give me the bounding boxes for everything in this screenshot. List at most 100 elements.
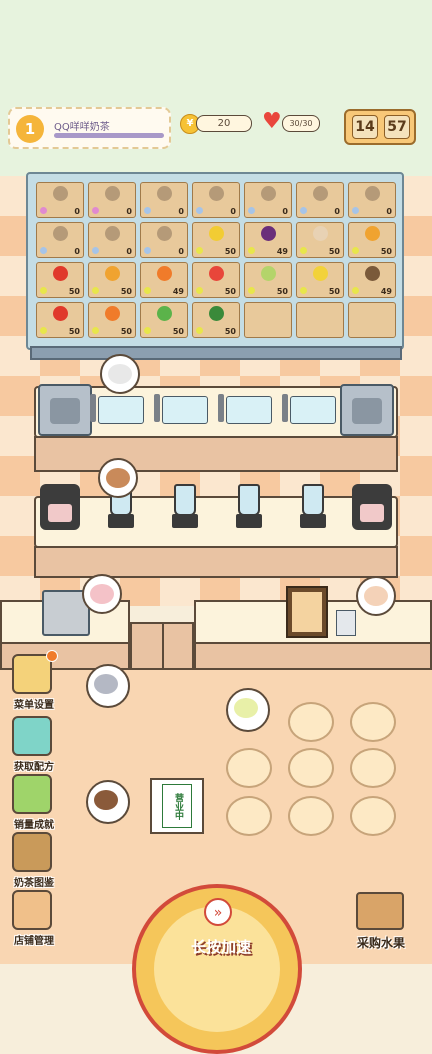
fruit-slot[interactable]: 50 xyxy=(36,302,84,338)
fruit-count: 49 xyxy=(172,287,184,296)
fruit-slot[interactable]: 0 xyxy=(36,222,84,258)
monkey-customer-avatar[interactable] xyxy=(86,780,130,824)
fruit-icon xyxy=(365,186,380,201)
fruit-slot[interactable]: 50 xyxy=(244,262,292,298)
prep-counter-front xyxy=(34,436,398,472)
fruit-slot[interactable]: 50 xyxy=(192,222,240,258)
side-menu-button[interactable]: 奶茶图鉴 xyxy=(6,832,66,894)
fruit-slot[interactable]: 49 xyxy=(244,222,292,258)
side-menu-button[interactable]: 获取配方 xyxy=(6,716,66,778)
cooking-pot[interactable] xyxy=(352,484,392,530)
fruit-slot[interactable]: 0 xyxy=(296,182,344,218)
reindeer-face xyxy=(106,468,130,488)
fruit-slot[interactable]: 50 xyxy=(348,222,396,258)
seat-cushion[interactable] xyxy=(226,796,272,836)
fruit-slot[interactable]: 50 xyxy=(296,262,344,298)
fruit-slot[interactable]: 0 xyxy=(348,182,396,218)
slot-status-dot xyxy=(196,247,203,254)
cat-customer-avatar[interactable] xyxy=(86,664,130,708)
fruit-count: 50 xyxy=(380,247,392,256)
chef-avatar[interactable] xyxy=(100,354,140,394)
side-menu-button[interactable]: 销量成就 xyxy=(6,774,66,836)
cooking-pot[interactable] xyxy=(40,484,80,530)
slot-status-dot xyxy=(196,327,203,334)
fruit-count: 50 xyxy=(120,327,132,336)
cutting-board[interactable] xyxy=(226,396,272,424)
fruit-count: 50 xyxy=(68,287,80,296)
shelf-base xyxy=(30,346,402,360)
seat-cushion[interactable] xyxy=(288,702,334,742)
fruit-slot[interactable] xyxy=(244,302,292,338)
fruit-slot[interactable]: 0 xyxy=(192,182,240,218)
slot-status-dot xyxy=(300,287,307,294)
fruit-slot[interactable]: 49 xyxy=(140,262,188,298)
seat-cushion[interactable] xyxy=(288,796,334,836)
knife-icon xyxy=(154,394,160,422)
notification-dot xyxy=(46,650,58,662)
fruit-slot[interactable]: 0 xyxy=(140,222,188,258)
cutting-board[interactable] xyxy=(162,396,208,424)
reindeer-staff-avatar[interactable] xyxy=(98,458,138,498)
fruit-slot[interactable]: 50 xyxy=(88,302,136,338)
fruit-slot[interactable]: 50 xyxy=(36,262,84,298)
fruit-count: 0 xyxy=(386,207,392,216)
menu-poster[interactable] xyxy=(286,586,328,638)
blender[interactable] xyxy=(300,484,326,534)
fruit-slot[interactable]: 50 xyxy=(88,262,136,298)
side-menu-button[interactable]: 菜单设置 xyxy=(6,650,66,716)
blender[interactable] xyxy=(236,484,262,534)
fruit-count: 0 xyxy=(282,207,288,216)
seat-cushion[interactable] xyxy=(350,796,396,836)
fruit-slot[interactable]: 0 xyxy=(88,182,136,218)
side-menu-button[interactable]: 店铺管理 xyxy=(6,890,66,952)
cutting-board[interactable] xyxy=(98,396,144,424)
fruit-icon xyxy=(209,266,224,281)
fruit-slot[interactable] xyxy=(296,302,344,338)
fruit-icon xyxy=(261,186,276,201)
fruit-slot[interactable]: 0 xyxy=(244,182,292,218)
blender[interactable] xyxy=(172,484,198,534)
fruit-slot[interactable]: 50 xyxy=(296,222,344,258)
fruit-slot[interactable]: 0 xyxy=(88,222,136,258)
fruit-slot[interactable]: 0 xyxy=(140,182,188,218)
trash-can[interactable] xyxy=(336,610,356,636)
fruit-slot[interactable]: 50 xyxy=(192,262,240,298)
slot-status-dot xyxy=(144,247,151,254)
axolotl-staff-avatar[interactable] xyxy=(82,574,122,614)
fruit-slot[interactable]: 50 xyxy=(192,302,240,338)
seat-cushion[interactable] xyxy=(350,748,396,788)
slot-status-dot xyxy=(248,247,255,254)
blender-counter xyxy=(34,496,398,548)
slot-status-dot xyxy=(300,207,307,214)
fruit-count: 50 xyxy=(224,287,236,296)
slot-status-dot xyxy=(40,287,47,294)
deer-staff-avatar[interactable] xyxy=(356,576,396,616)
fruit-count: 0 xyxy=(230,207,236,216)
fruit-slot[interactable]: 0 xyxy=(36,182,84,218)
open-sign[interactable]: 营业中 xyxy=(150,778,204,834)
sink-left[interactable] xyxy=(38,384,92,436)
seat-cushion[interactable] xyxy=(226,748,272,788)
fruit-slot[interactable]: 49 xyxy=(348,262,396,298)
fruit-count: 0 xyxy=(126,207,132,216)
fruit-count: 50 xyxy=(224,327,236,336)
fruit-count: 50 xyxy=(68,327,80,336)
seat-cushion[interactable] xyxy=(288,748,334,788)
speed-up-button[interactable]: » 长按加速 xyxy=(132,884,302,1054)
buy-fruit-button[interactable]: 采购水果 xyxy=(346,892,426,956)
cutting-board[interactable] xyxy=(290,396,336,424)
slot-status-dot xyxy=(144,287,151,294)
slot-status-dot xyxy=(92,247,99,254)
fruit-icon xyxy=(261,226,276,241)
sink-right[interactable] xyxy=(340,384,394,436)
fruit-slot[interactable] xyxy=(348,302,396,338)
fruit-icon xyxy=(53,186,68,201)
fruit-count: 0 xyxy=(178,207,184,216)
duck-customer-avatar[interactable] xyxy=(226,688,270,732)
fruit-count: 49 xyxy=(276,247,288,256)
clock-minute: 57 xyxy=(384,115,410,139)
store-level-panel[interactable]: 1 QQ咩咩奶茶 xyxy=(8,107,171,149)
fruit-icon xyxy=(53,306,68,321)
seat-cushion[interactable] xyxy=(350,702,396,742)
fruit-slot[interactable]: 50 xyxy=(140,302,188,338)
